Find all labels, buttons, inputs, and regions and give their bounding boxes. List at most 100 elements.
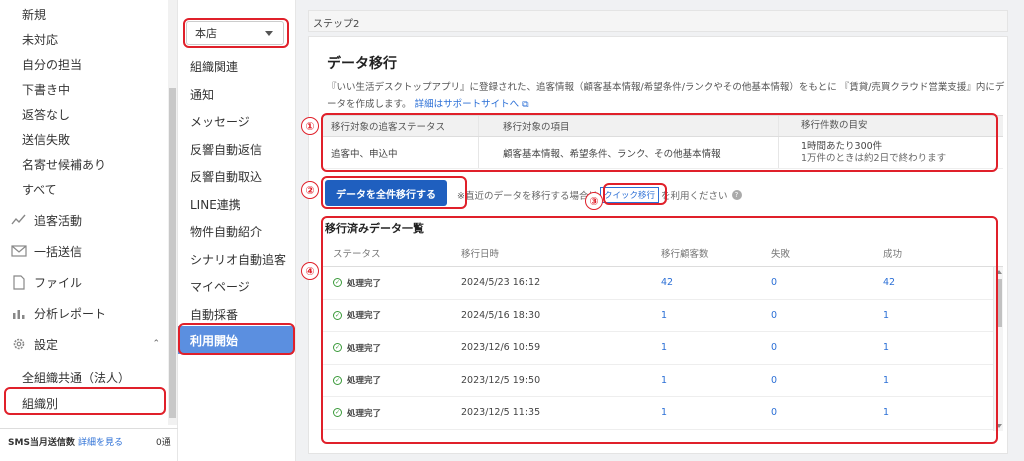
migrated-table-body: ✓ 処理完了 2024/5/23 16:12 42 0 42 ✓ 処理完了 2024…: [323, 267, 1003, 431]
estimate-value: 1時間あたり300件 1万件のときは約2日で終わります: [779, 137, 1003, 168]
estimate-line-1: 1時間あたり300件: [801, 140, 883, 152]
header-target-items: 移行対象の項目: [479, 116, 779, 136]
gear-icon: [10, 335, 28, 353]
scroll-thumb[interactable]: [996, 279, 1002, 327]
nav-settings-label: 設定: [34, 337, 59, 352]
sidebar-scrollbar[interactable]: [168, 0, 177, 425]
row-date: 2023/12/5 19:50: [461, 374, 541, 386]
nav-report[interactable]: 分析レポート: [10, 304, 106, 322]
sidebar-item-new[interactable]: 新規: [22, 6, 46, 23]
table-row: ✓ 処理完了 2023/12/5 11:35 1 0 1: [323, 397, 1003, 430]
row-success[interactable]: 1: [875, 407, 1003, 418]
row-date: 2023/12/5 11:35: [461, 407, 541, 419]
scroll-up-icon[interactable]: [996, 270, 1002, 274]
nav-file-label: ファイル: [34, 275, 83, 290]
annotation-number-3: ③: [585, 192, 603, 210]
col-success: 成功: [883, 248, 903, 260]
table-row: 追客中、申込中 顧客基本情報、希望条件、ランク、その他基本情報 1時間あたり30…: [323, 137, 1003, 169]
row-date: 2023/12/6 10:59: [461, 342, 541, 354]
nav-activity[interactable]: 追客活動: [10, 211, 82, 229]
nav-bulk-send-label: 一括送信: [34, 244, 83, 259]
row-success[interactable]: 1: [875, 375, 1003, 386]
main-content: ステップ2 データ移行 『いい生活デスクトップアプリ』に登録された、追客情報（顧…: [296, 0, 1024, 461]
row-fail[interactable]: 0: [763, 407, 875, 418]
sidebar-item-mine[interactable]: 自分の担当: [22, 56, 82, 73]
page-description: 『いい生活デスクトップアプリ』に登録された、追客情報（顧客基本情報/希望条件/ラ…: [327, 79, 1007, 114]
row-date: 2024/5/16 18:30: [461, 309, 541, 321]
nav-settings[interactable]: 設定 ⌃: [10, 335, 160, 353]
row-fail[interactable]: 0: [763, 277, 875, 288]
submenu-item-numbering[interactable]: 自動採番: [190, 306, 238, 323]
table-row: ✓ 処理完了 2024/5/16 18:30 1 0 1: [323, 300, 1003, 332]
submenu-item-line[interactable]: LINE連携: [190, 196, 241, 213]
row-success[interactable]: 1: [875, 342, 1003, 353]
chevron-up-icon: ⌃: [152, 339, 160, 349]
nav-bulk-send[interactable]: 一括送信: [10, 242, 82, 260]
submenu-item-mypage[interactable]: マイページ: [190, 278, 250, 295]
note-prefix: ※直近のデータを移行する場合は: [457, 191, 598, 202]
caret-down-icon: [265, 31, 273, 36]
data-migration-panel: データ移行 『いい生活デスクトップアプリ』に登録された、追客情報（顧客基本情報/…: [308, 36, 1008, 454]
org-settings-menu: 本店 組織関連 通知 メッセージ 反響自動返信 反響自動取込 LINE連携 物件…: [178, 0, 296, 461]
sidebar-item-draft[interactable]: 下書き中: [22, 81, 70, 98]
header-target-status: 移行対象の追客ステータス: [323, 116, 479, 136]
store-select[interactable]: 本店: [186, 21, 284, 45]
quick-migrate-link[interactable]: クイック移行: [599, 187, 659, 203]
col-fail: 失敗: [771, 248, 791, 260]
support-site-link[interactable]: 詳細はサポートサイトへ: [415, 99, 520, 110]
row-count[interactable]: 1: [653, 375, 763, 386]
submenu-item-auto-reply[interactable]: 反響自動返信: [190, 141, 262, 158]
submenu-item-property[interactable]: 物件自動紹介: [190, 223, 262, 240]
table-row: ✓ 処理完了 2023/12/6 10:59 1 0 1: [323, 332, 1003, 365]
note-suffix: を利用ください: [660, 191, 728, 202]
sms-count: 0通: [156, 438, 171, 448]
sidebar-item-all-orgs[interactable]: 全組織共通（法人）: [22, 369, 130, 386]
left-sidebar: 新規 未対応 自分の担当 下書き中 返答なし 送信失敗 名寄せ候補あり すべて …: [0, 0, 178, 461]
sidebar-item-no-reply[interactable]: 返答なし: [22, 106, 70, 123]
scroll-down-icon[interactable]: [996, 424, 1002, 428]
external-link-icon: ⧉: [522, 100, 529, 110]
sidebar-item-merge[interactable]: 名寄せ候補あり: [22, 156, 106, 173]
submenu-item-scenario[interactable]: シナリオ自動追客: [190, 251, 286, 268]
submenu-item-org[interactable]: 組織関連: [190, 58, 238, 75]
submenu-item-notify[interactable]: 通知: [190, 86, 214, 103]
check-circle-icon: ✓: [333, 310, 342, 320]
row-fail[interactable]: 0: [763, 375, 875, 386]
col-status: ステータス: [333, 248, 381, 260]
row-count[interactable]: 1: [653, 310, 763, 321]
row-count[interactable]: 42: [653, 277, 763, 288]
migrated-list-title: 移行済みデータ一覧: [325, 222, 424, 235]
nav-file[interactable]: ファイル: [10, 273, 82, 291]
sidebar-item-send-failed[interactable]: 送信失敗: [22, 131, 70, 148]
help-icon[interactable]: ?: [731, 190, 742, 200]
row-count[interactable]: 1: [653, 342, 763, 353]
mail-icon: [10, 242, 28, 260]
target-status-value: 追客中、申込中: [323, 137, 479, 168]
sidebar-item-per-org[interactable]: 組織別: [22, 395, 58, 412]
row-count[interactable]: 1: [653, 407, 763, 418]
sms-label: SMS当月送信数: [8, 438, 75, 448]
submenu-item-auto-import[interactable]: 反響自動取込: [190, 168, 262, 185]
row-fail[interactable]: 0: [763, 310, 875, 321]
page-title: データ移行: [327, 56, 397, 72]
migrate-all-button[interactable]: データを全件移行する: [325, 180, 447, 206]
table-row: ✓ 処理完了 2024/5/23 16:12 42 0 42: [323, 267, 1003, 300]
activity-icon: [10, 211, 28, 229]
row-fail[interactable]: 0: [763, 342, 875, 353]
row-success[interactable]: 1: [875, 310, 1003, 321]
migration-target-table: 移行対象の追客ステータス 移行対象の項目 移行件数の目安 追客中、申込中 顧客基…: [323, 115, 1003, 169]
row-status: 処理完了: [347, 278, 382, 289]
submenu-item-start[interactable]: 利用開始: [178, 326, 293, 354]
annotation-number-2: ②: [301, 181, 319, 199]
sms-detail-link[interactable]: 詳細を見る: [78, 435, 123, 448]
submenu-item-message[interactable]: メッセージ: [190, 113, 250, 130]
table-row: ✓ 処理完了 2023/12/5 19:50 1 0 1: [323, 365, 1003, 397]
sidebar-item-unhandled[interactable]: 未対応: [22, 31, 58, 48]
file-icon: [10, 273, 28, 291]
sidebar-item-all[interactable]: すべて: [22, 181, 57, 198]
table-scrollbar[interactable]: [993, 267, 1003, 431]
row-status: 処理完了: [347, 343, 382, 354]
row-status: 処理完了: [347, 408, 382, 419]
row-success[interactable]: 42: [875, 277, 1003, 288]
target-items-value: 顧客基本情報、希望条件、ランク、その他基本情報: [479, 137, 779, 168]
